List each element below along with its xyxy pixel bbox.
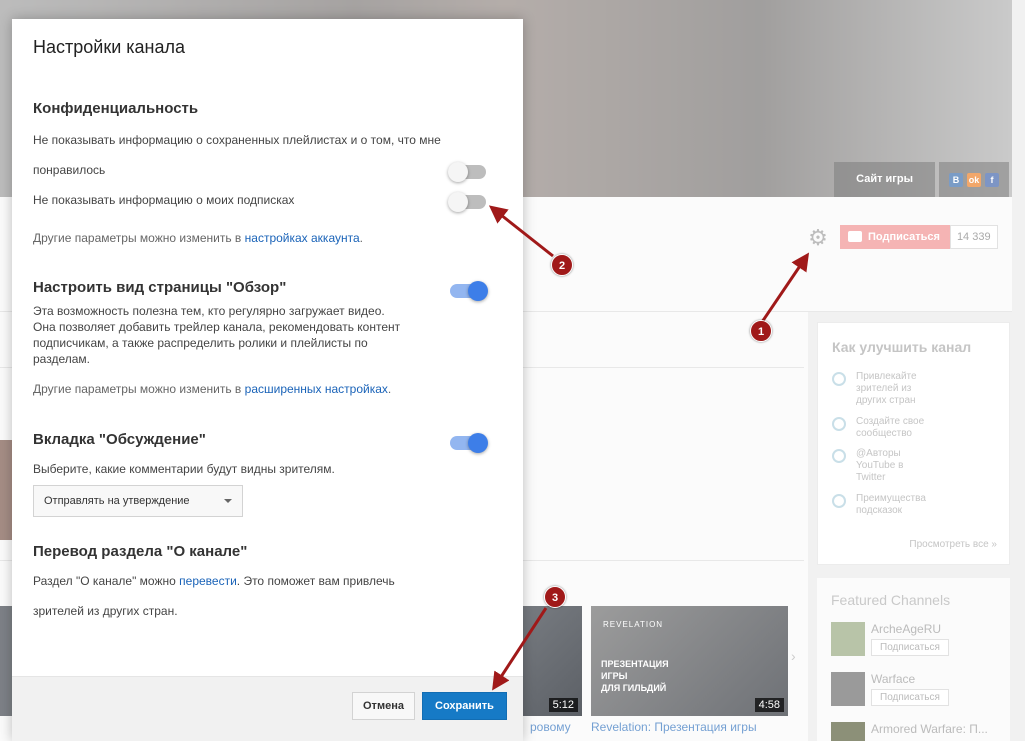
list-item[interactable]: ArcheAgeRU Подписаться (831, 622, 1011, 656)
about-translation-heading: Перевод раздела "О канале" (33, 543, 248, 560)
advanced-settings-link[interactable]: расширенных настройках (245, 382, 388, 396)
saved-playlists-label: Не показывать информацию о сохраненных п… (33, 133, 441, 147)
game-logo: REVELATION (603, 620, 664, 629)
toggle-knob (468, 281, 488, 301)
list-item[interactable]: Привлекайте зрителей из других стран (832, 371, 1002, 407)
circle-icon (832, 494, 846, 508)
list-item[interactable]: Warface Подписаться (831, 672, 1011, 706)
subscribe-button[interactable]: Подписаться (871, 639, 949, 656)
privacy-heading: Конфиденциальность (33, 100, 199, 117)
list-item[interactable]: @Авторы YouTube в Twitter (832, 448, 1002, 484)
subscribe-button[interactable]: Подписаться 14 339 (840, 225, 998, 249)
browse-hint: Другие параметры можно изменить в расшир… (33, 382, 392, 396)
toggle-knob (448, 192, 468, 212)
video-duration: 4:58 (754, 698, 784, 712)
discussion-heading: Вкладка "Обсуждение" (33, 431, 206, 448)
step-badge-3: 3 (544, 586, 566, 608)
video-title[interactable]: ровому (530, 720, 571, 734)
hide-playlists-toggle[interactable] (448, 162, 486, 182)
list-item[interactable]: Преимущества подсказок (832, 493, 1002, 517)
avatar[interactable] (831, 622, 865, 656)
list-item[interactable]: Armored Warfare: П... (831, 722, 1011, 741)
odnoklassniki-icon[interactable]: ok (967, 172, 981, 187)
circle-icon (832, 449, 846, 463)
privacy-hint: Другие параметры можно изменить в настро… (33, 231, 363, 245)
subscriptions-label: Не показывать информацию о моих подписка… (33, 193, 295, 207)
browse-view-toggle[interactable] (450, 281, 488, 301)
translate-link[interactable]: перевести (179, 574, 237, 588)
account-settings-link[interactable]: настройках аккаунта (245, 231, 360, 245)
step-badge-2: 2 (551, 254, 573, 276)
gear-icon[interactable]: ⚙ (806, 226, 830, 250)
saved-playlists-label-cont: понравилось (33, 163, 106, 177)
cancel-button[interactable]: Отмена (352, 692, 415, 720)
avatar[interactable] (831, 722, 865, 741)
browse-heading: Настроить вид страницы "Обзор" (33, 279, 287, 296)
circle-icon (832, 372, 846, 386)
step-badge-1: 1 (750, 320, 772, 342)
dialog-footer: Отмена Сохранить (12, 676, 523, 741)
facebook-icon[interactable]: f (985, 172, 999, 187)
game-site-link[interactable]: Сайт игры (834, 162, 935, 197)
discussion-tab-toggle[interactable] (450, 433, 488, 453)
channel-settings-dialog: Настройки канала Конфиденциальность Не п… (12, 19, 523, 741)
hide-subscriptions-toggle[interactable] (448, 192, 486, 212)
chevron-right-icon[interactable]: › (791, 648, 796, 664)
comment-moderation-select[interactable]: Отправлять на утверждение (33, 485, 243, 517)
dialog-title: Настройки канала (33, 37, 186, 57)
featured-channels: Featured Channels ArcheAgeRU Подписаться … (817, 578, 1010, 741)
vk-icon[interactable]: В (949, 172, 963, 187)
toggle-knob (468, 433, 488, 453)
improve-channel-card: Как улучшить канал Привлекайте зрителей … (817, 322, 1010, 565)
video-duration: 5:12 (548, 698, 578, 712)
circle-icon (832, 417, 846, 431)
list-item[interactable]: Создайте свое сообщество (832, 416, 1002, 440)
browse-description: Эта возможность полезна тем, кто регуляр… (33, 304, 401, 366)
video-thumbnail[interactable] (0, 440, 12, 540)
toggle-knob (448, 162, 468, 182)
subscribe-button[interactable]: Подписаться (871, 689, 949, 706)
avatar[interactable] (831, 672, 865, 706)
banner-links: Сайт игры В ok f (834, 162, 1009, 197)
save-button[interactable]: Сохранить (422, 692, 507, 720)
social-links: В ok f (939, 162, 1009, 197)
about-translation-text-cont: зрителей из других стран. (33, 604, 178, 618)
subscribe-label[interactable]: Подписаться (840, 225, 950, 249)
discussion-description: Выберите, какие комментарии будут видны … (33, 462, 335, 476)
subscriber-count: 14 339 (949, 225, 998, 249)
video-thumbnail[interactable]: REVELATION ПРЕЗЕНТАЦИЯ ИГРЫ ДЛЯ ГИЛЬДИЙ … (591, 606, 788, 716)
video-thumbnail[interactable] (0, 606, 12, 716)
thumbnail-text: ПРЕЗЕНТАЦИЯ ИГРЫ ДЛЯ ГИЛЬДИЙ (601, 659, 669, 693)
featured-title: Featured Channels (831, 592, 951, 608)
video-title[interactable]: Revelation: Презентация игры (591, 720, 757, 734)
view-all-link[interactable]: Просмотреть все » (909, 539, 997, 550)
chevron-down-icon (224, 499, 232, 503)
about-translation-text: Раздел "О канале" можно перевести. Это п… (33, 574, 395, 588)
card-title: Как улучшить канал (832, 339, 972, 355)
